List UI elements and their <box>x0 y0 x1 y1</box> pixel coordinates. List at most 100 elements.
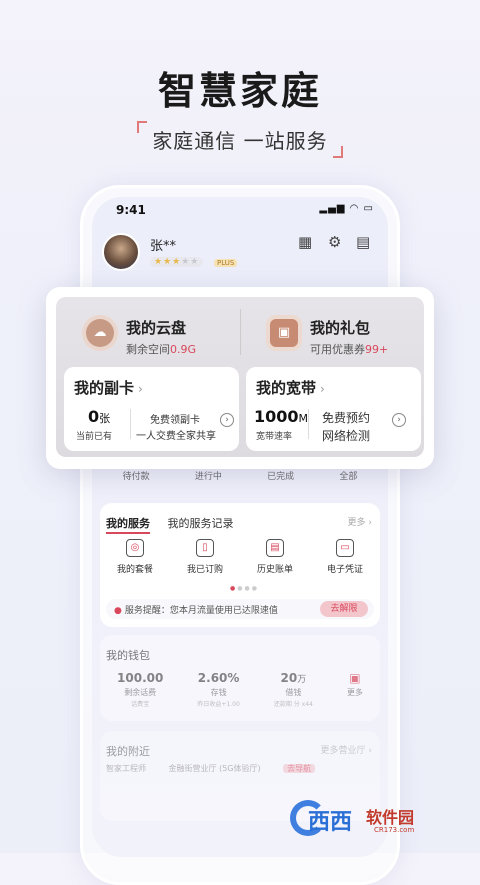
cloud-icon: ☁ <box>86 319 114 347</box>
stars-empty: ★★ <box>181 257 200 267</box>
vice-divider <box>130 409 131 439</box>
wallet-stats: 100.00 剩余话费话费宝 2.60% 存钱昨日收益+1.00 20万借钱还款期 … <box>100 671 380 708</box>
wallet-balance[interactable]: 100.00 剩余话费话费宝 <box>117 671 163 708</box>
broadband-chevron-circle-icon[interactable]: › <box>392 413 406 427</box>
order-pending[interactable]: 待付款 <box>123 469 150 493</box>
voucher-icon: ▭ <box>336 539 354 557</box>
services-grid: ◎ 我的套餐 ▯ 我已订购 ▤ 历史账单 ▭ 电子凭证 <box>100 539 380 575</box>
cloud-sub: 剩余空间0.9G <box>126 341 196 357</box>
service-history-bill[interactable]: ▤ 历史账单 <box>242 539 308 575</box>
stat-sub: 还款期 分 x44 <box>273 701 313 708</box>
wallet-more-label: 更多 <box>346 688 363 697</box>
order-completed[interactable]: 已完成 <box>267 469 294 493</box>
gift-pack-entry[interactable]: ▣ 我的礼包 可用优惠券99+ <box>240 297 424 367</box>
nearby-more-link[interactable]: 更多营业厅 › <box>321 743 372 756</box>
stat-value: 100.00 <box>117 671 164 685</box>
chevron-right-icon: › <box>138 382 143 396</box>
service-notice: ● 服务提醒：您本月流量使用已达限速值 去解限 <box>106 599 374 619</box>
broadband-desc-1: 免费预约 <box>322 411 371 425</box>
broadband-speed: 1000M <box>254 407 309 426</box>
gift-icon: ▣ <box>270 319 298 347</box>
nearby-engineer[interactable]: 智家工程师 <box>106 764 146 773</box>
cloud-disk-entry[interactable]: ☁ 我的云盘 剩余空间0.9G <box>56 297 240 367</box>
highlight-popup-card: ☁ 我的云盘 剩余空间0.9G ▣ 我的礼包 可用优惠券99+ 我的副卡 › 0张… <box>46 287 434 469</box>
settings-icon[interactable]: ⚙ <box>328 233 341 251</box>
services-card: 我的服务 我的服务记录 更多 › ◎ 我的套餐 ▯ 我已订购 ▤ 历史账单 ▭ 电子凭证… <box>100 503 380 627</box>
watermark-url: CR173.com <box>374 826 415 834</box>
tab-my-services[interactable]: 我的服务 <box>106 517 150 534</box>
stat-sub: 昨日收益+1.00 <box>197 701 240 708</box>
watermark-text-a: 西西 <box>308 810 353 835</box>
vice-card-title: 我的副卡 › <box>74 379 143 397</box>
nearby-row: 智家工程师 金融街营业厅 (5G体验厅) 去导航 <box>106 763 374 774</box>
broadband-speed-label: 宽带速率 <box>256 432 293 442</box>
chevron-right-icon: › <box>320 382 325 396</box>
status-time: 9:41 <box>116 203 146 217</box>
avatar[interactable] <box>102 233 140 271</box>
star-rating: ★★★★★ <box>150 257 204 267</box>
tab-service-records[interactable]: 我的服务记录 <box>168 517 234 530</box>
stat-value: 20 <box>280 671 298 685</box>
notice-dot-icon: ● <box>114 606 122 616</box>
notice-text: 服务提醒：您本月流量使用已达限速值 <box>124 606 278 616</box>
gift-sub-label: 可用优惠券 <box>310 343 365 356</box>
plus-badge: PLUS <box>214 259 238 267</box>
service-label: 我的套餐 <box>116 565 153 575</box>
service-label: 电子凭证 <box>326 565 363 575</box>
stat-sub: 话费宝 <box>131 701 150 708</box>
stat-label: 存钱 <box>210 688 227 697</box>
sign-in-icon[interactable]: ▦ <box>298 233 312 251</box>
user-name: 张** <box>150 239 177 254</box>
broadband-panel[interactable]: 我的宽带 › 1000M 宽带速率 免费预约 网络检测 › <box>246 367 421 451</box>
page-indicator: ●●●● <box>230 585 259 592</box>
vice-desc-2: 一人交费全家共享 <box>136 431 216 442</box>
wallet-more[interactable]: ▣ 更多 <box>347 671 363 708</box>
service-e-voucher[interactable]: ▭ 电子凭证 <box>312 539 378 575</box>
order-status-row: 待付款 进行中 已完成 全部 <box>100 469 380 493</box>
stat-label: 剩余话费 <box>124 688 157 697</box>
vice-card-count: 0张 <box>88 407 111 426</box>
bracket-right-decoration <box>333 146 343 158</box>
watermark-text-b: 软件园 <box>366 808 415 827</box>
service-my-plan[interactable]: ◎ 我的套餐 <box>102 539 168 575</box>
navigate-button[interactable]: 去导航 <box>283 764 316 773</box>
bill-icon: ▤ <box>266 539 284 557</box>
stat-label: 借钱 <box>285 688 302 697</box>
order-in-progress[interactable]: 进行中 <box>195 469 222 493</box>
hero-subtitle: 家庭通信 一站服务 <box>152 129 328 153</box>
service-subscribed[interactable]: ▯ 我已订购 <box>172 539 238 575</box>
wallet-card: 我的钱包 100.00 剩余话费话费宝 2.60% 存钱昨日收益+1.00 20万借… <box>100 635 380 721</box>
message-icon[interactable]: ▤ <box>356 233 370 251</box>
gift-title: 我的礼包 <box>310 319 371 337</box>
cloud-sub-value: 0.9G <box>170 343 197 356</box>
document-icon: ▯ <box>196 539 214 557</box>
cloud-title: 我的云盘 <box>126 319 187 337</box>
order-all[interactable]: 全部 <box>339 469 357 493</box>
gift-sub: 可用优惠券99+ <box>310 341 388 357</box>
cloud-sub-label: 剩余空间 <box>126 343 170 356</box>
wallet-savings[interactable]: 2.60% 存钱昨日收益+1.00 <box>197 671 239 708</box>
service-label: 历史账单 <box>256 565 293 575</box>
nearby-store[interactable]: 金融街营业厅 (5G体验厅) <box>169 764 261 773</box>
nearby-title: 我的附近 <box>106 745 150 758</box>
stat-value: 2.60% <box>197 671 240 685</box>
stars-filled: ★★★ <box>154 257 182 267</box>
wallet-title: 我的钱包 <box>106 649 150 662</box>
hero-title: 智慧家庭 <box>157 68 322 113</box>
unlimit-button[interactable]: 去解限 <box>320 601 368 617</box>
broadband-desc-2: 网络检测 <box>322 429 371 443</box>
services-more-link[interactable]: 更多 › <box>348 515 372 528</box>
services-tabs: 我的服务 我的服务记录 <box>106 515 234 534</box>
watermark-logo: 西西 软件园 CR173.com <box>278 800 478 840</box>
vice-chevron-circle-icon[interactable]: › <box>220 413 234 427</box>
broadband-divider <box>308 409 309 439</box>
broadband-title: 我的宽带 › <box>256 379 325 397</box>
gift-sub-value: 99+ <box>365 343 389 356</box>
vice-card-panel[interactable]: 我的副卡 › 0张 当前已有 免费领副卡 一人交费全家共享 › <box>64 367 239 451</box>
service-label: 我已订购 <box>186 565 223 575</box>
vice-desc-1: 免费领副卡 <box>150 415 200 426</box>
popup-inner: ☁ 我的云盘 剩余空间0.9G ▣ 我的礼包 可用优惠券99+ 我的副卡 › 0张… <box>56 297 424 457</box>
stat-unit: 万 <box>297 675 307 685</box>
user-icon: ◎ <box>126 539 144 557</box>
wallet-loan[interactable]: 20万借钱还款期 分 x44 <box>274 671 313 708</box>
